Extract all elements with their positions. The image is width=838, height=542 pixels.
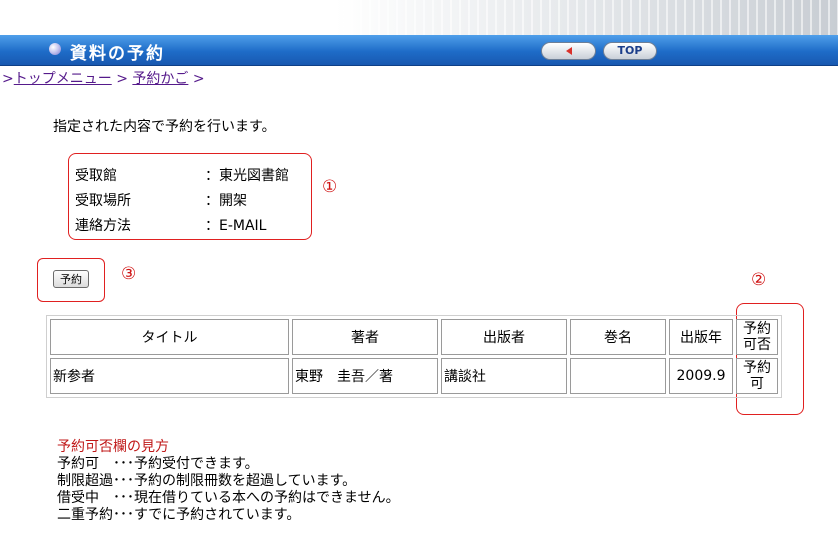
info-value: ：E-MAIL	[205, 218, 267, 234]
breadcrumb-separator: >	[192, 71, 205, 87]
top-button[interactable]: TOP	[603, 42, 657, 60]
cell-volume	[570, 358, 666, 394]
bullet-icon	[49, 43, 61, 55]
cell-publisher: 講談社	[441, 358, 567, 394]
breadcrumb: >トップメニュー > 予約かご >	[2, 68, 205, 88]
header-year: 出版年	[669, 319, 733, 355]
legend-heading: 予約可否欄の見方	[57, 439, 169, 455]
intro-text: 指定された内容で予約を行います。	[53, 119, 276, 135]
cell-author: 東野 圭吾／著	[292, 358, 438, 394]
info-value: ：東光図書館	[205, 168, 289, 184]
page-title: 資料の予約	[70, 44, 165, 64]
reserve-button[interactable]: 予約	[53, 270, 89, 288]
table-row: 新参者 東野 圭吾／著 講談社 2009.9 予約可	[50, 358, 778, 394]
breadcrumb-separator: >	[116, 71, 128, 87]
header-publisher: 出版者	[441, 319, 567, 355]
table-header-row: タイトル 著者 出版者 巻名 出版年 予約可否	[50, 319, 778, 355]
cell-title: 新参者	[50, 358, 289, 394]
annotation-marker-1: ①	[322, 177, 338, 197]
legend-line: 借受中 ･･･現在借りている本への予約はできません。	[57, 490, 400, 506]
info-key: 受取場所	[75, 193, 131, 209]
cell-year: 2009.9	[669, 358, 733, 394]
info-key: 受取館	[75, 168, 117, 184]
results-table: タイトル 著者 出版者 巻名 出版年 予約可否 新参者 東野 圭吾／著 講談社 …	[46, 315, 782, 398]
cell-availability: 予約可	[736, 358, 778, 394]
legend-line: 制限超過･･･予約の制限冊数を超過しています。	[57, 473, 357, 489]
header-author: 著者	[292, 319, 438, 355]
title-bar: 資料の予約 TOP	[0, 35, 838, 66]
legend-line: 二重予約･･･すでに予約されています。	[57, 507, 301, 523]
annotation-marker-2: ②	[751, 270, 767, 290]
info-key: 連絡方法	[75, 218, 131, 234]
availability-legend: 予約可否欄の見方 予約可 ･･･予約受付できます。 制限超過･･･予約の制限冊数…	[57, 439, 400, 524]
header-availability: 予約可否	[736, 319, 778, 355]
pickup-info-box: 受取館 ：東光図書館 受取場所 ：開架 連絡方法 ：E-MAIL	[68, 153, 312, 240]
header-title: タイトル	[50, 319, 289, 355]
breadcrumb-reservation-cart[interactable]: 予約かご	[132, 71, 188, 87]
legend-line: 予約可 ･･･予約受付できます。	[57, 456, 259, 472]
back-arrow-icon	[566, 47, 572, 55]
info-value: ：開架	[205, 193, 247, 209]
annotation-marker-3: ③	[121, 264, 137, 284]
top-banner-image	[0, 0, 838, 35]
reserve-button-box: 予約	[37, 258, 105, 302]
breadcrumb-lead: >	[2, 71, 14, 87]
header-volume: 巻名	[570, 319, 666, 355]
breadcrumb-top-menu[interactable]: トップメニュー	[14, 71, 112, 87]
back-button[interactable]	[541, 42, 596, 60]
